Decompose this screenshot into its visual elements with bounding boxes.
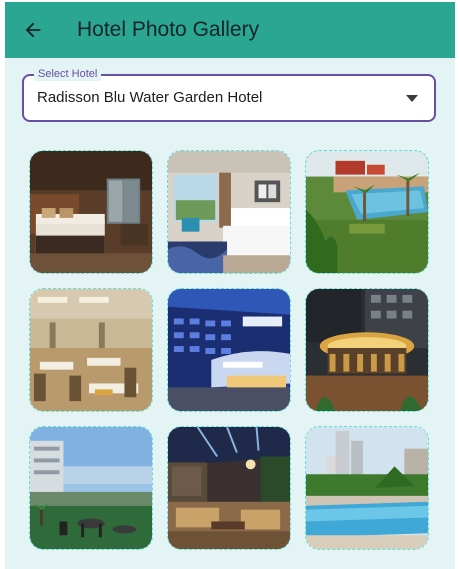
terrace-photo bbox=[30, 427, 152, 549]
hotel-select[interactable]: Select Hotel Radisson Blu Water Garden H… bbox=[22, 67, 436, 122]
pool-photo bbox=[306, 151, 428, 273]
room-photo bbox=[30, 151, 152, 273]
hotel-select-label: Select Hotel bbox=[34, 67, 102, 81]
room-photo bbox=[168, 151, 290, 273]
photo-tile-restaurant-dining[interactable] bbox=[29, 288, 153, 412]
lobby-photo bbox=[168, 427, 290, 549]
photo-tile-room-bed-window[interactable] bbox=[29, 150, 153, 274]
arrow-back-icon bbox=[25, 22, 41, 38]
bar-photo bbox=[306, 289, 428, 411]
photo-tile-bar-lounge[interactable] bbox=[305, 288, 429, 412]
app-bar: Hotel Photo Gallery bbox=[5, 2, 455, 58]
app-frame: Hotel Photo Gallery Select Hotel Radisso… bbox=[5, 2, 455, 569]
arrow-drop-down-icon bbox=[406, 95, 418, 102]
page-title: Hotel Photo Gallery bbox=[77, 18, 260, 41]
hotel-select-value: Radisson Blu Water Garden Hotel bbox=[37, 89, 263, 106]
restaurant-photo bbox=[30, 289, 152, 411]
exterior-photo bbox=[168, 289, 290, 411]
bottom-strip bbox=[5, 550, 455, 569]
photo-grid bbox=[29, 150, 429, 550]
photo-tile-pool-garden[interactable] bbox=[305, 150, 429, 274]
photo-tile-rooftop-terrace[interactable] bbox=[29, 426, 153, 550]
photo-tile-pool-skyline[interactable] bbox=[305, 426, 429, 550]
pool-photo bbox=[306, 427, 428, 549]
photo-tile-lobby-lounge[interactable] bbox=[167, 426, 291, 550]
photo-tile-hotel-exterior[interactable] bbox=[167, 288, 291, 412]
photo-tile-room-bed-lounge[interactable] bbox=[167, 150, 291, 274]
back-button[interactable] bbox=[5, 2, 61, 58]
